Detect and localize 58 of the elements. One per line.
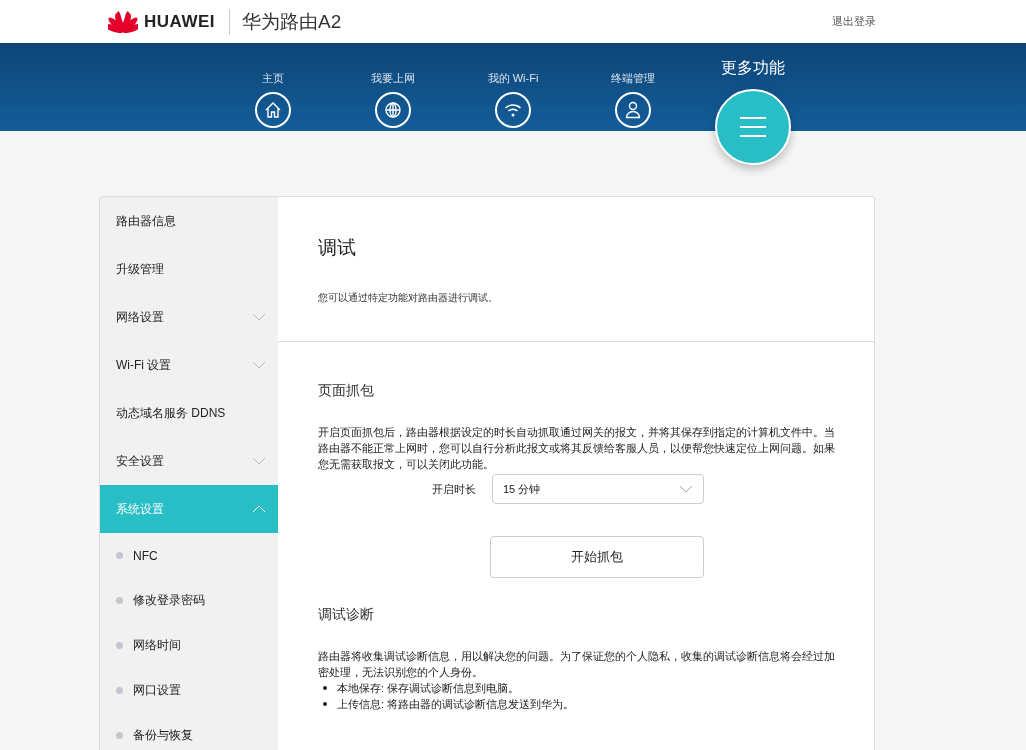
- nav-label: 终端管理: [611, 71, 655, 86]
- dot-icon: [116, 687, 123, 694]
- sidebar-subitem[interactable]: 修改登录密码: [100, 578, 278, 623]
- field-label: 开启时长: [432, 481, 477, 497]
- dot-icon: [116, 597, 123, 604]
- dot-icon: [116, 732, 123, 739]
- page-subtitle: 您可以通过特定功能对路由器进行调试。: [318, 291, 499, 305]
- nav-label: 我要上网: [371, 71, 415, 86]
- nav-button[interactable]: [375, 92, 411, 128]
- chevron-down-icon: [252, 361, 266, 369]
- user-icon: [625, 101, 641, 119]
- sidebar-item[interactable]: 路由器信息: [100, 197, 278, 245]
- section-description: 路由器将收集调试诊断信息，用以解决您的问题。为了保证您的个人隐私，收集的调试诊断信息将会经过加密处理，无法识别您的个人身份。: [318, 649, 836, 680]
- chevron-down-icon: [252, 313, 266, 321]
- nav-button[interactable]: [495, 92, 531, 128]
- sidebar-item[interactable]: 动态域名服务 DDNS: [100, 389, 278, 437]
- section-title: 调试诊断: [318, 606, 375, 624]
- chevron-up-icon: [252, 505, 266, 513]
- duration-select[interactable]: 15 分钟: [492, 474, 704, 504]
- sidebar-subitem[interactable]: 网口设置: [100, 668, 278, 713]
- subitem-label: NFC: [133, 548, 158, 563]
- wifi-icon: [504, 102, 522, 118]
- bullet-text: 本地保存: 保存调试诊断信息到电脑。: [337, 681, 519, 696]
- sidebar-subitem[interactable]: 备份与恢复: [100, 713, 278, 750]
- nav-button[interactable]: [255, 92, 291, 128]
- sidebar-item[interactable]: 安全设置: [100, 437, 278, 485]
- chevron-down-icon: [252, 457, 266, 465]
- menu-icon: [739, 116, 767, 138]
- product-name: 华为路由A2: [242, 9, 342, 34]
- section-title: 页面抓包: [318, 382, 375, 400]
- sidebar-item[interactable]: 网络设置: [100, 293, 278, 341]
- sidebar-item[interactable]: Wi-Fi 设置: [100, 341, 278, 389]
- subitem-label: 网口设置: [133, 682, 181, 699]
- logout-link[interactable]: 退出登录: [832, 14, 876, 29]
- page-title: 调试: [318, 236, 357, 260]
- dot-icon: [116, 642, 123, 649]
- sidebar-subitem[interactable]: 网络时间: [100, 623, 278, 668]
- nav-label: 主页: [262, 71, 284, 86]
- nav-button[interactable]: [615, 92, 651, 128]
- sidebar-item[interactable]: 升级管理: [100, 245, 278, 293]
- logo-icon: [108, 9, 138, 34]
- globe-icon: [384, 101, 402, 119]
- bullet-icon: [323, 702, 327, 706]
- brand-name: HUAWEI: [144, 11, 215, 32]
- dot-icon: [116, 552, 123, 559]
- section-description: 开启页面抓包后，路由器根据设定的时长自动抓取通过网关的报文，并将其保存到指定的计算机文件中。当路由器不能正常上网时，您可以自行分析此报文或将其反馈给客服人员，以便帮您快速定位上网问题。如果您无需获取报文，可以关闭此功能。: [318, 425, 836, 472]
- nav-label: 我的 Wi-Fi: [487, 71, 539, 86]
- subitem-label: 修改登录密码: [133, 592, 205, 609]
- start-capture-button[interactable]: 开始抓包: [490, 536, 704, 578]
- nav-button[interactable]: [715, 89, 791, 165]
- chevron-down-icon: [679, 485, 693, 493]
- subitem-label: 网络时间: [133, 637, 181, 654]
- home-icon: [264, 101, 282, 119]
- subitem-label: 备份与恢复: [133, 727, 193, 744]
- sidebar-subitem[interactable]: NFC: [100, 533, 278, 578]
- nav-label: 更多功能: [721, 58, 785, 78]
- bullet-icon: [323, 686, 327, 690]
- bullet-text: 上传信息: 将路由器的调试诊断信息发送到华为。: [337, 697, 574, 712]
